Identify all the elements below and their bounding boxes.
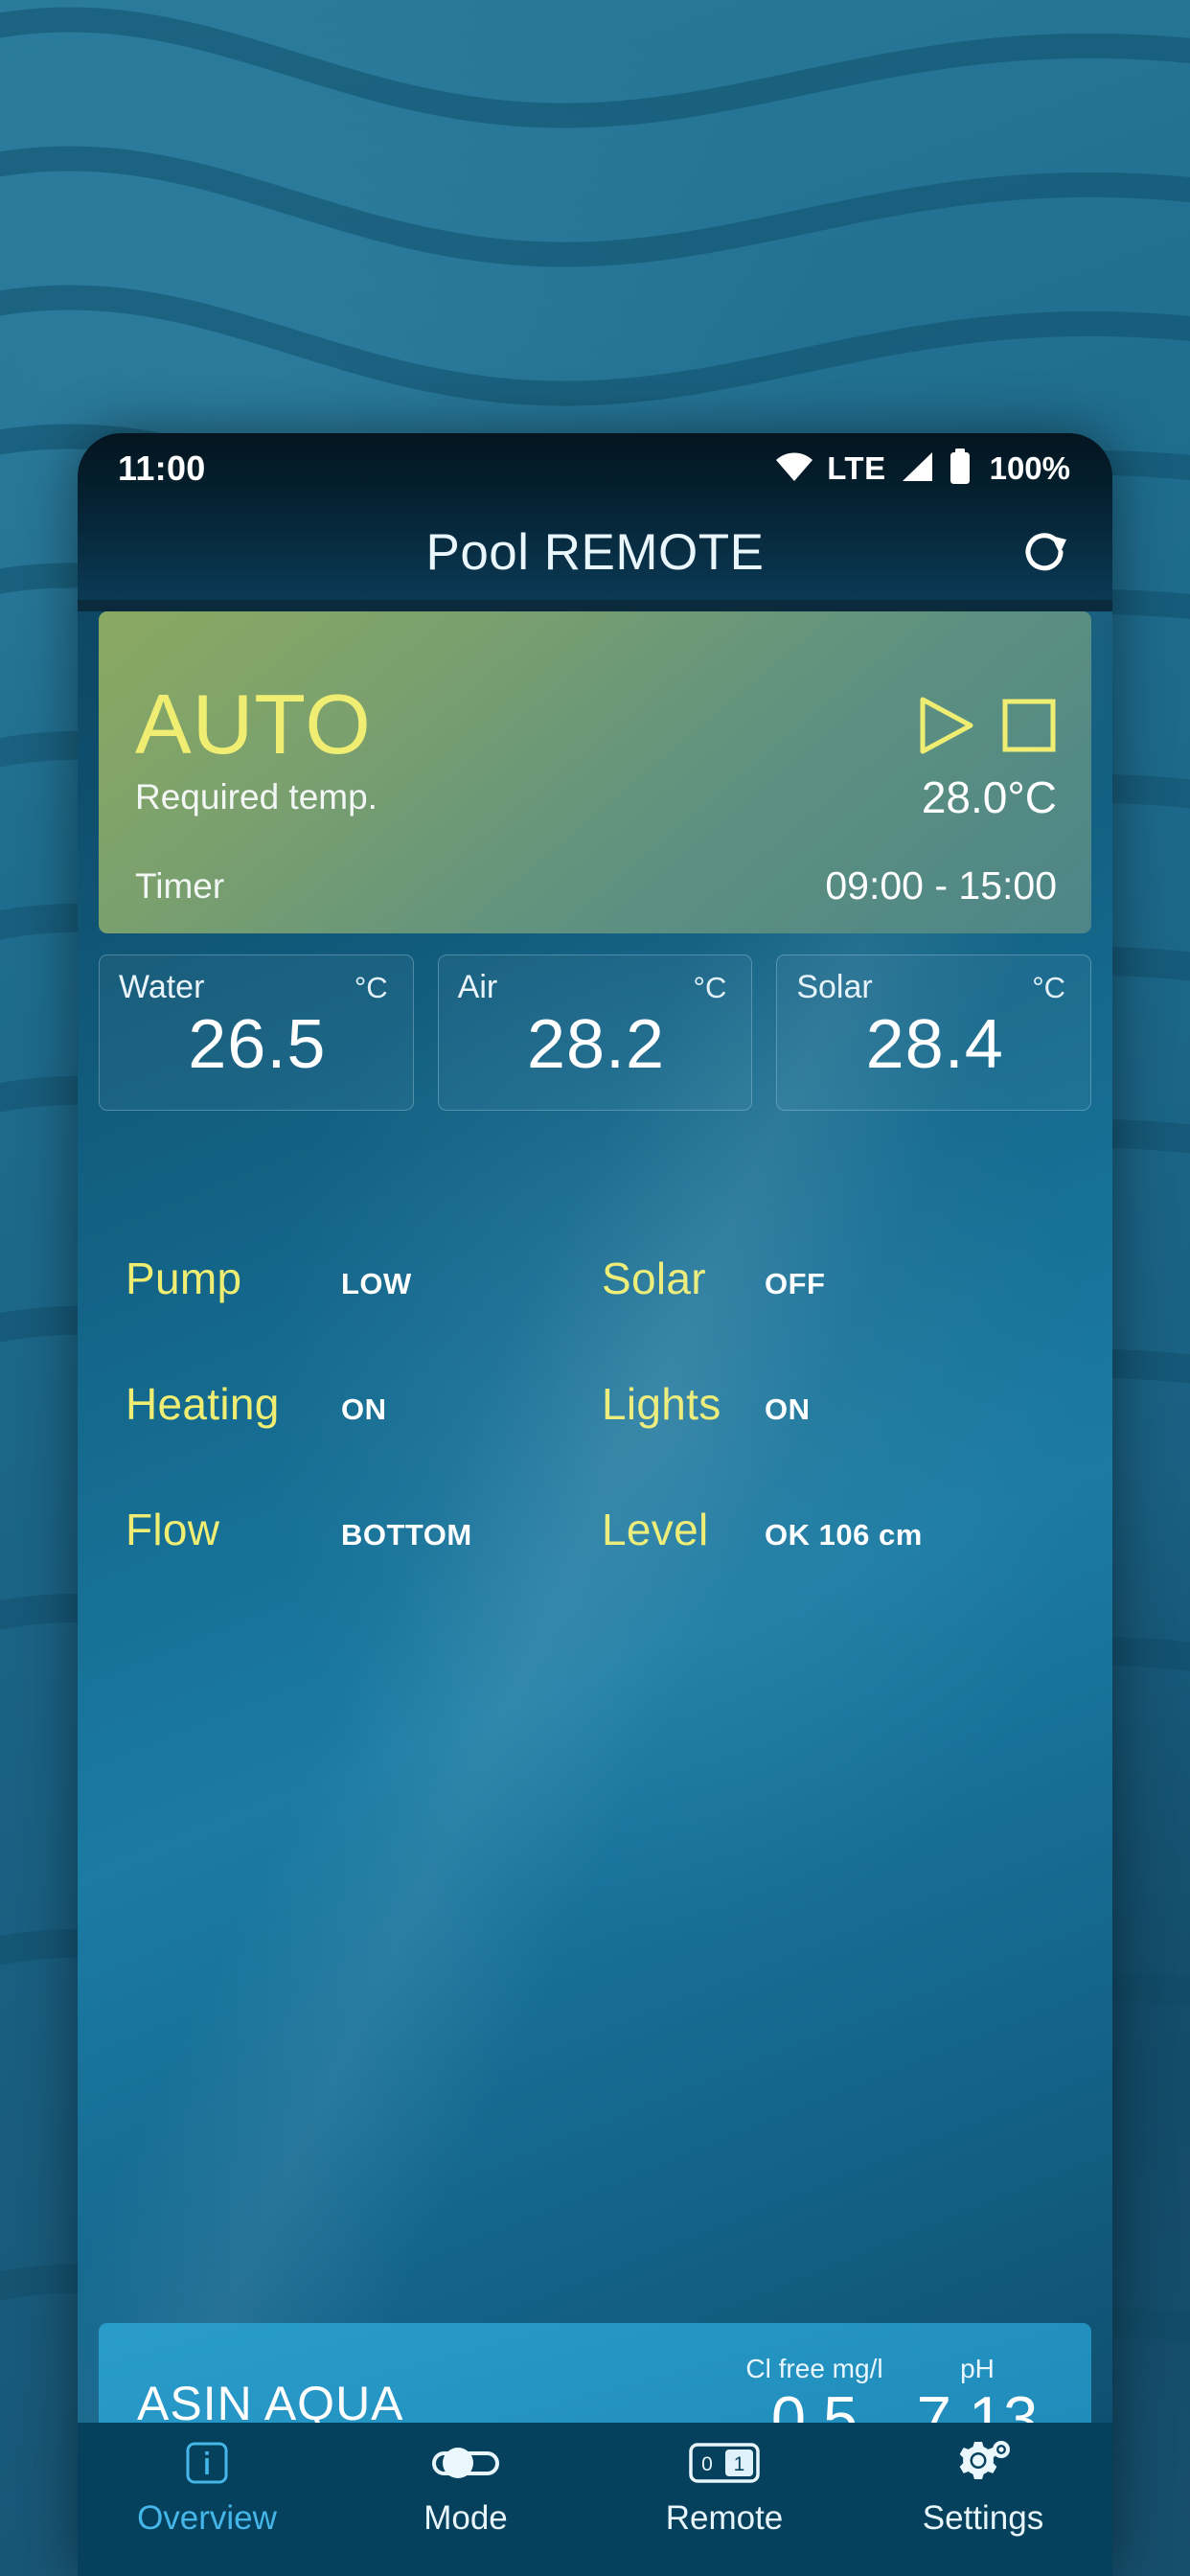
network-type-label: LTE — [827, 450, 886, 486]
tab-settings[interactable]: Settings — [854, 2436, 1112, 2538]
cellular-signal-icon — [900, 451, 934, 487]
temperature-tile-air[interactable]: Air °C 28.2 — [437, 954, 753, 1111]
temperature-tile-water[interactable]: Water °C 26.5 — [99, 954, 414, 1111]
tile-name: Air — [457, 969, 498, 1005]
required-temp-label: Required temp. — [135, 777, 378, 816]
status-item-label: Level — [602, 1505, 709, 1554]
refresh-icon[interactable] — [1011, 518, 1078, 586]
svg-text:0: 0 — [701, 2453, 713, 2475]
timer-label: Timer — [135, 865, 225, 906]
timer-row: Timer 09:00 - 15:00 — [135, 863, 1057, 908]
required-temp-value: 28.0°C — [921, 772, 1057, 822]
gear-icon — [953, 2436, 1013, 2490]
tab-overview[interactable]: Overview — [78, 2436, 336, 2538]
timer-value: 09:00 - 15:00 — [825, 863, 1057, 908]
mode-card-header: AUTO — [135, 640, 1057, 771]
tab-label: Remote — [665, 2499, 784, 2537]
tile-header: Solar °C — [796, 969, 1073, 1006]
mode-card[interactable]: AUTO Required temp. 28.0°C Timer 09:00 -… — [99, 611, 1091, 933]
tile-value: 26.5 — [188, 1006, 327, 1083]
tab-mode[interactable]: Mode — [336, 2436, 595, 2538]
status-bar-indicators: LTE 100% — [775, 448, 1070, 490]
status-item-value: LOW — [341, 1267, 412, 1300]
temperature-tiles: Water °C 26.5 Air °C 28.2 Solar °C 28.4 — [99, 954, 1092, 1111]
tile-unit: °C — [354, 971, 388, 1004]
tab-label: Mode — [423, 2499, 508, 2537]
mode-name-label: AUTO — [135, 677, 372, 771]
status-item-label: Solar — [602, 1254, 706, 1303]
mode-card-controls — [917, 696, 1057, 760]
status-item-label: Heating — [126, 1379, 280, 1429]
page-title: Pool REMOTE — [425, 523, 765, 581]
required-temp-row: Required temp. 28.0°C — [135, 771, 1057, 823]
status-item-flow[interactable]: Flow BOTTOM — [126, 1504, 602, 1629]
status-item-solar[interactable]: Solar OFF — [602, 1253, 1078, 1378]
tab-label: Settings — [922, 2499, 1044, 2537]
status-item-value: OFF — [765, 1267, 826, 1300]
info-square-icon — [182, 2436, 232, 2490]
status-item-heating[interactable]: Heating ON — [126, 1378, 602, 1504]
status-bar-clock: 11:00 — [118, 448, 206, 488]
stop-icon[interactable] — [1001, 698, 1057, 758]
tab-label: Overview — [137, 2499, 277, 2537]
battery-percent-label: 100% — [989, 450, 1070, 486]
status-item-label: Pump — [126, 1254, 242, 1303]
ph-label: pH — [960, 2353, 995, 2383]
battery-full-icon — [948, 448, 973, 490]
status-grid: Pump LOW Solar OFF Heating ON Lights ON … — [99, 1253, 1091, 1629]
status-bar: 11:00 LTE 100% — [78, 433, 1112, 504]
wifi-icon — [775, 451, 813, 487]
tab-remote[interactable]: 0 1 Remote — [595, 2436, 854, 2538]
toggle-switch-icon — [430, 2436, 501, 2490]
status-item-value: BOTTOM — [341, 1518, 472, 1552]
bottom-navigation: Overview Mode 0 1 Remote Settings — [78, 2423, 1112, 2576]
phone-screen: 11:00 LTE 100% Pool REMOTE AUTO Required… — [78, 433, 1112, 2576]
overview-content: AUTO Required temp. 28.0°C Timer 09:00 -… — [78, 611, 1112, 2505]
status-item-lights[interactable]: Lights ON — [602, 1378, 1078, 1504]
tile-unit: °C — [693, 971, 727, 1004]
status-item-value: ON — [765, 1392, 811, 1426]
tile-name: Solar — [796, 969, 873, 1005]
status-item-pump[interactable]: Pump LOW — [126, 1253, 602, 1378]
zero-one-switch-icon: 0 1 — [688, 2436, 761, 2490]
status-item-label: Lights — [602, 1379, 721, 1429]
chlorine-label: Cl free mg/l — [745, 2353, 883, 2383]
status-item-level[interactable]: Level OK 106 cm — [602, 1504, 1078, 1629]
status-item-value: OK 106 cm — [765, 1518, 923, 1552]
play-icon[interactable] — [917, 696, 976, 760]
tile-unit: °C — [1032, 971, 1066, 1004]
temperature-tile-solar[interactable]: Solar °C 28.4 — [776, 954, 1092, 1111]
tile-header: Air °C — [458, 969, 735, 1006]
status-item-label: Flow — [126, 1505, 220, 1554]
tile-name: Water — [119, 969, 205, 1005]
tile-value: 28.4 — [865, 1006, 1004, 1083]
status-item-value: ON — [341, 1392, 387, 1426]
tile-header: Water °C — [119, 969, 396, 1006]
tile-value: 28.2 — [526, 1006, 666, 1083]
app-bar: Pool REMOTE — [78, 504, 1112, 600]
svg-text:1: 1 — [734, 2453, 745, 2475]
